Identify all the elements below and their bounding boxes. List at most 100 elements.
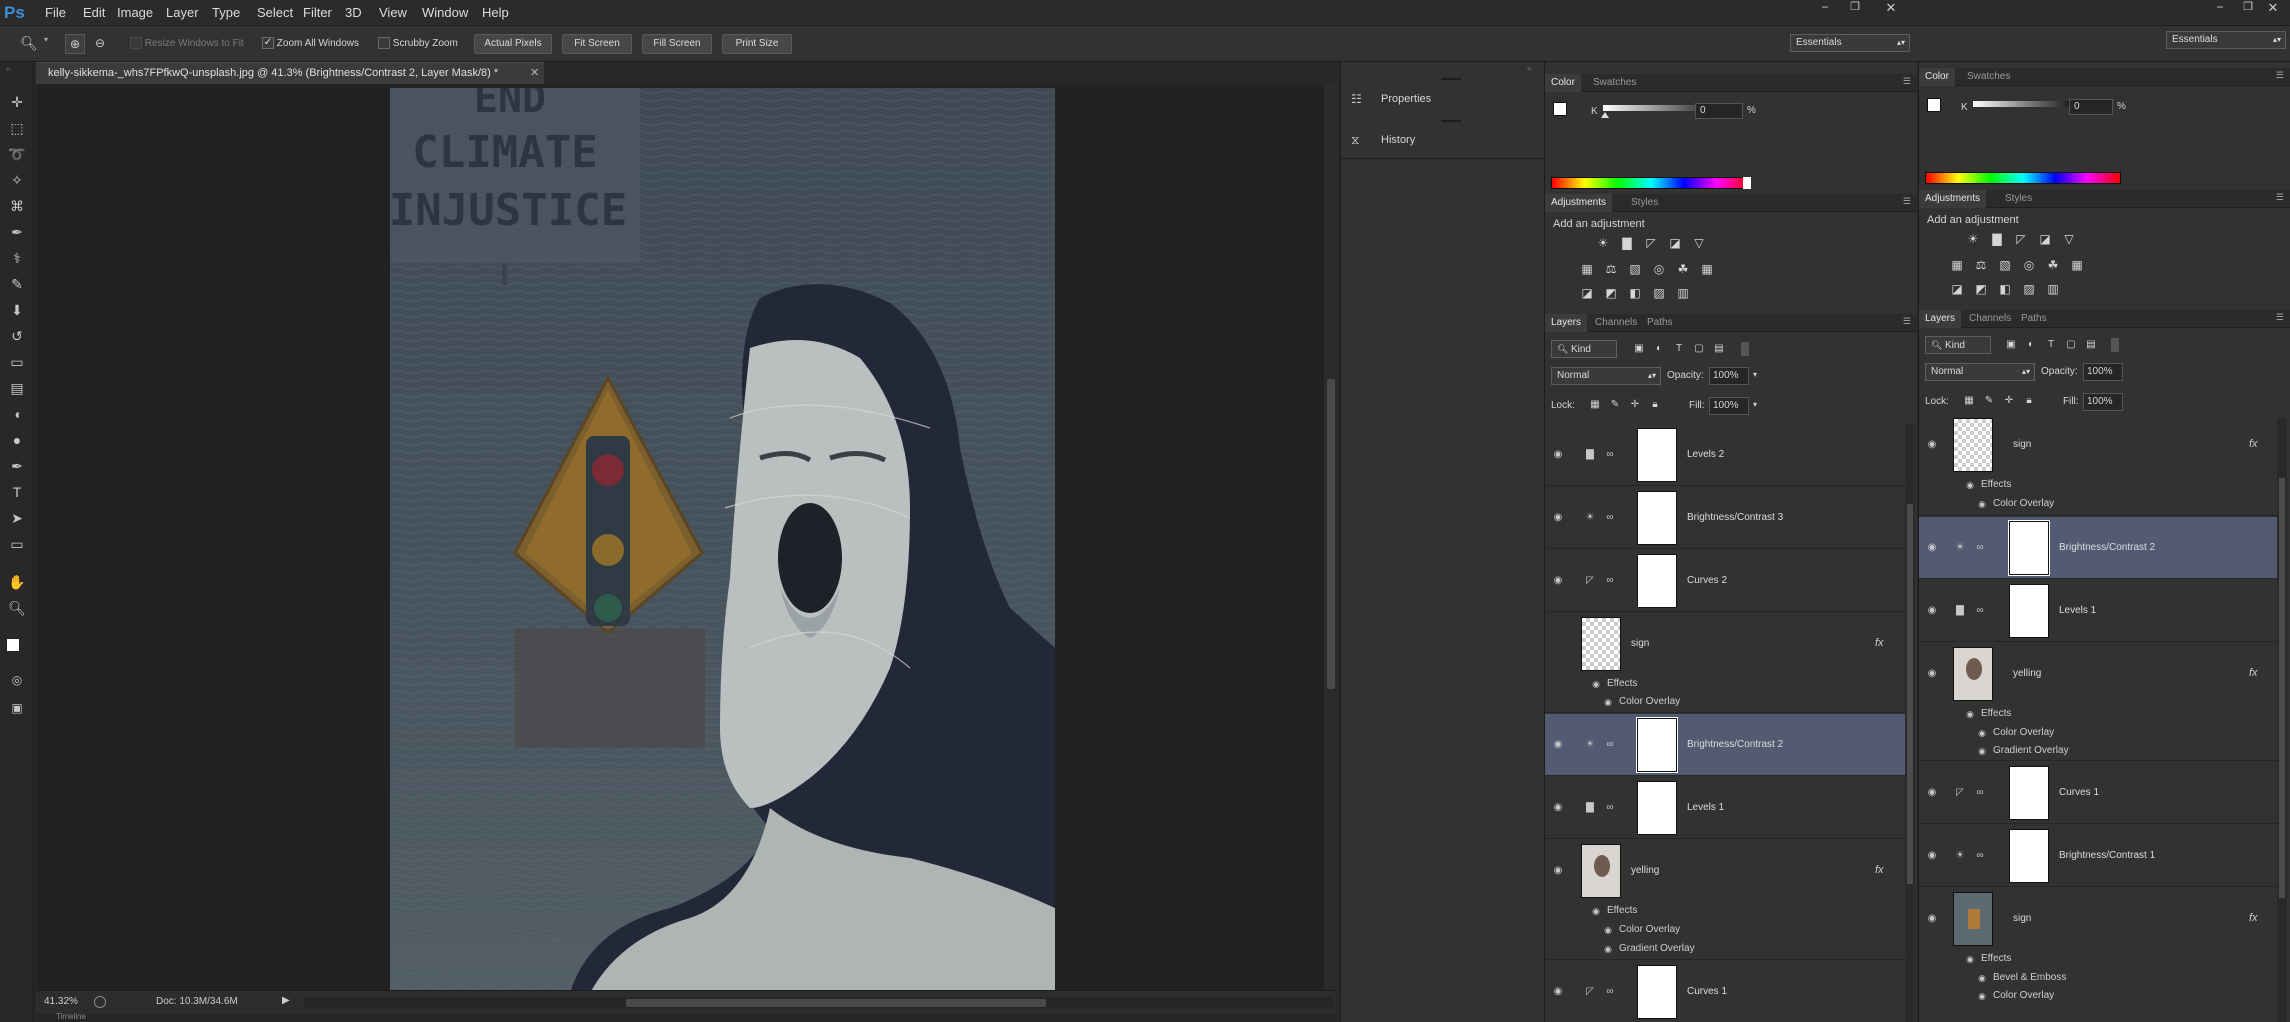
effect-name[interactable]: Bevel & Emboss <box>1993 972 2066 983</box>
effect-name[interactable]: Gradient Overlay <box>1993 745 2069 756</box>
document-canvas[interactable]: END CLIMATE INJUSTICE <box>390 88 1055 993</box>
filter-toggle-2[interactable] <box>2111 338 2119 352</box>
black-white-icon[interactable]: ▧ <box>1997 258 2013 272</box>
channel-mixer-icon[interactable]: ☘ <box>1675 262 1691 276</box>
eye-icon[interactable]: ◉ <box>1975 744 1989 758</box>
document-tab[interactable]: kelly-sikkema-_whs7FPfkwQ-unsplash.jpg @… <box>36 62 544 84</box>
eye-icon[interactable]: ◉ <box>1925 667 1939 681</box>
status-menu-arrow-icon[interactable]: ▶ <box>282 995 290 1006</box>
eye-icon[interactable]: ◉ <box>1963 707 1977 721</box>
link-icon[interactable]: ∞ <box>1973 786 1987 800</box>
layer-thumbnail[interactable] <box>1953 892 1993 946</box>
invert-icon[interactable]: ◪ <box>1579 286 1595 300</box>
minimize-icon-2[interactable]: − <box>2210 0 2230 14</box>
layer-name[interactable]: Curves 1 <box>1687 986 1727 997</box>
adjustments-tab[interactable]: Adjustments <box>1545 194 1613 212</box>
adjustments-tab-2[interactable]: Adjustments <box>1919 190 1987 208</box>
menu-select[interactable]: Select <box>257 0 293 26</box>
menu-help[interactable]: Help <box>482 0 509 26</box>
effect-name[interactable]: Color Overlay <box>1993 990 2054 1001</box>
lock-transparent-icon[interactable]: ▦ <box>1961 394 1977 408</box>
menu-layer[interactable]: Layer <box>166 0 199 26</box>
layer-row[interactable]: ◉ yelling fx ◉ Effects ◉ Color Overlay ◉… <box>1545 840 1905 960</box>
rectangle-tool-icon[interactable]: ▭ <box>6 534 28 554</box>
layer-thumbnail[interactable] <box>1953 418 1993 472</box>
selective-color-icon[interactable]: ▥ <box>2045 282 2061 296</box>
fill-dropdown-icon[interactable]: ▾ <box>1753 400 1757 409</box>
menu-edit[interactable]: Edit <box>83 0 105 26</box>
layer-name[interactable]: Curves 2 <box>1687 575 1727 586</box>
eye-icon[interactable]: ◉ <box>1551 801 1565 815</box>
layer-mask-thumbnail[interactable] <box>2009 829 2049 883</box>
brush-tool-icon[interactable]: ✎ <box>6 274 28 294</box>
panel-menu-icon[interactable]: ☰ <box>1903 196 1911 207</box>
hue-saturation-icon[interactable]: ▦ <box>1949 258 1965 272</box>
fill-field[interactable]: 100% <box>1709 397 1749 415</box>
eye-icon[interactable]: ◉ <box>1925 912 1939 926</box>
layer-name[interactable]: yelling <box>2013 668 2041 679</box>
magic-wand-icon[interactable]: ✧ <box>6 170 28 190</box>
layer-name[interactable]: yelling <box>1631 865 1659 876</box>
brightness-contrast-icon[interactable]: ☀ <box>1595 236 1611 250</box>
invert-icon[interactable]: ◪ <box>1949 282 1965 296</box>
panel-menu-icon[interactable]: ☰ <box>2276 312 2284 323</box>
eye-icon[interactable]: ◉ <box>1551 511 1565 525</box>
layer-row[interactable]: ◉ sign fx ◉ Effects ◉ Bevel & Emboss ◉ C… <box>1919 888 2277 1022</box>
swatches-tab[interactable]: Swatches <box>1587 74 1642 92</box>
hue-saturation-icon[interactable]: ▦ <box>1579 262 1595 276</box>
paths-tab-2[interactable]: Paths <box>2015 310 2053 328</box>
posterize-icon[interactable]: ◩ <box>1603 286 1619 300</box>
stamp-tool-icon[interactable]: ⬇ <box>6 300 28 320</box>
vibrance-icon[interactable]: ▽ <box>1691 236 1707 250</box>
photo-filter-icon[interactable]: ◎ <box>2021 258 2037 272</box>
zoom-all-windows-checkbox[interactable]: ✓ Zoom All Windows <box>262 36 359 52</box>
eye-icon[interactable]: ◉ <box>1925 604 1939 618</box>
color-balance-icon[interactable]: ⚖ <box>1603 262 1619 276</box>
lock-position-icon[interactable]: ✛ <box>1627 398 1643 412</box>
eye-icon[interactable]: ◉ <box>1975 726 1989 740</box>
opacity-field[interactable]: 100% <box>1709 367 1749 385</box>
close-icon-2[interactable]: ✕ <box>2262 0 2284 15</box>
eye-icon[interactable]: ◉ <box>1601 923 1615 937</box>
filter-pixel-icon[interactable]: ▣ <box>1631 342 1647 356</box>
fx-icon[interactable]: fx <box>2249 438 2258 450</box>
lock-pixels-icon[interactable]: ✎ <box>1981 394 1997 408</box>
layer-row[interactable]: ◉ ☀ ∞ Brightness/Contrast 1 <box>1919 825 2277 887</box>
eye-icon[interactable]: ◉ <box>1925 786 1939 800</box>
eye-icon[interactable]: ◉ <box>1551 738 1565 752</box>
blend-mode-select-2[interactable]: Normal ▴▾ <box>1925 363 2035 381</box>
minimize-icon[interactable]: − <box>1815 0 1835 18</box>
screen-mode-icon[interactable]: ▣ <box>6 698 28 718</box>
eye-icon[interactable]: ◉ <box>1963 952 1977 966</box>
link-icon[interactable]: ∞ <box>1603 574 1617 588</box>
menu-filter[interactable]: Filter <box>303 0 332 26</box>
opacity-dropdown-icon[interactable]: ▾ <box>1753 370 1757 379</box>
scrubby-zoom-checkbox[interactable]: Scrubby Zoom <box>378 36 458 52</box>
layers-scrollbar[interactable] <box>1905 424 1915 1022</box>
eye-icon[interactable]: ◉ <box>1589 677 1603 691</box>
k-slider-handle[interactable] <box>1601 112 1609 118</box>
layer-name[interactable]: Levels 2 <box>1687 449 1724 460</box>
curves-icon[interactable]: ◸ <box>1643 236 1659 250</box>
channel-mixer-icon[interactable]: ☘ <box>2045 258 2061 272</box>
k-slider-2[interactable] <box>1973 101 2083 107</box>
hand-tool-icon[interactable]: ✋ <box>6 572 28 592</box>
styles-tab[interactable]: Styles <box>1625 194 1664 212</box>
layer-mask-thumbnail[interactable] <box>1637 491 1677 545</box>
levels-icon[interactable]: ▇ <box>1989 232 2005 246</box>
layer-name[interactable]: sign <box>1631 638 1649 649</box>
layer-kind-filter-2[interactable]: 🔍︎ Kind <box>1925 336 1991 354</box>
layer-name[interactable]: sign <box>2013 439 2031 450</box>
brightness-contrast-icon[interactable]: ☀ <box>1965 232 1981 246</box>
lock-all-icon[interactable]: 🔒︎ <box>1647 398 1663 412</box>
eye-icon[interactable]: ◉ <box>1551 864 1565 878</box>
link-icon[interactable]: ∞ <box>1603 985 1617 999</box>
layer-row[interactable]: ◉ ◸ ∞ Curves 2 <box>1545 550 1905 612</box>
layer-name[interactable]: Curves 1 <box>2059 787 2099 798</box>
timeline-panel[interactable]: Timeline <box>36 1012 1336 1022</box>
gradient-tool-icon[interactable]: ▤ <box>6 378 28 398</box>
fx-icon[interactable]: fx <box>1875 637 1884 649</box>
menu-type[interactable]: Type <box>212 0 240 26</box>
layers-tab-2[interactable]: Layers <box>1919 310 1962 328</box>
eyedropper-icon[interactable]: ✒ <box>6 222 28 242</box>
